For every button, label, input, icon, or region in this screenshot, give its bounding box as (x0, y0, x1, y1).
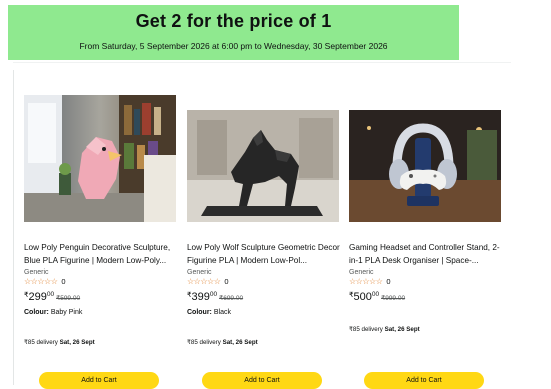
delivery-info: ₹85 delivery Sat, 26 Sept (187, 339, 339, 346)
price-fraction: 00 (209, 291, 218, 298)
promo-title: Get 2 for the price of 1 (135, 11, 332, 31)
divider (13, 70, 14, 385)
price-whole: 399 (191, 291, 210, 303)
product-card: Low Poly Wolf Sculpture Geometric Decor … (187, 95, 341, 346)
delivery-date: Sat, 26 Sept (59, 339, 95, 346)
delivery-info: ₹85 delivery Sat, 26 Sept (349, 326, 501, 333)
product-brand: Generic (187, 269, 212, 276)
star-icon: ☆☆☆☆☆ (24, 277, 58, 286)
product-title[interactable]: Low Poly Penguin Decorative Sculpture, B… (24, 241, 178, 267)
product-price: ₹50000₹999.00 (349, 291, 501, 303)
product-price: ₹29900₹599.00 (24, 291, 176, 303)
delivery-fee: ₹85 delivery (349, 326, 383, 333)
delivery-fee: ₹85 delivery (187, 339, 221, 346)
colour-label: Colour: (187, 309, 212, 316)
promo-banner: Get 2 for the price of 1 From Saturday, … (8, 5, 459, 60)
product-image[interactable] (24, 95, 176, 222)
product-title[interactable]: Gaming Headset and Controller Stand, 2-i… (349, 241, 503, 267)
product-card: Gaming Headset and Controller Stand, 2-i… (349, 95, 501, 333)
rating-stars[interactable]: ☆☆☆☆☆ 0 (187, 277, 339, 286)
product-price: ₹39900₹699.00 (187, 291, 339, 303)
rating-stars[interactable]: ☆☆☆☆☆ 0 (24, 277, 176, 286)
product-colour: Colour: Black (187, 309, 339, 316)
promo-dates: From Saturday, 5 September 2026 at 6:00 … (79, 41, 388, 51)
colour-label: Colour: (24, 309, 49, 316)
list-price: ₹999.00 (381, 295, 406, 302)
colour-value: Baby Pink (50, 309, 83, 316)
product-title[interactable]: Low Poly Wolf Sculpture Geometric Decor … (187, 241, 341, 267)
rating-count[interactable]: 0 (386, 277, 390, 286)
delivery-date: Sat, 26 Sept (222, 339, 258, 346)
rating-count[interactable]: 0 (61, 277, 65, 286)
product-image[interactable] (187, 110, 339, 222)
add-to-cart-button[interactable]: Add to Cart (364, 372, 484, 389)
price-fraction: 00 (371, 291, 380, 298)
star-icon: ☆☆☆☆☆ (349, 277, 383, 286)
product-colour: Colour: Baby Pink (24, 309, 176, 316)
list-price: ₹599.00 (56, 295, 81, 302)
colour-value: Black (213, 309, 231, 316)
list-price: ₹699.00 (219, 295, 244, 302)
product-brand: Generic (24, 269, 49, 276)
product-image[interactable] (349, 110, 501, 222)
add-to-cart-button[interactable]: Add to Cart (39, 372, 159, 389)
product-brand: Generic (349, 269, 374, 276)
delivery-info: ₹85 delivery Sat, 26 Sept (24, 339, 176, 346)
divider (13, 62, 511, 63)
add-to-cart-button[interactable]: Add to Cart (202, 372, 322, 389)
price-fraction: 00 (46, 291, 55, 298)
price-whole: 299 (28, 291, 47, 303)
delivery-date: Sat, 26 Sept (384, 326, 420, 333)
rating-stars[interactable]: ☆☆☆☆☆ 0 (349, 277, 501, 286)
rating-count[interactable]: 0 (224, 277, 228, 286)
product-card: Low Poly Penguin Decorative Sculpture, B… (24, 95, 176, 346)
price-whole: 500 (353, 291, 372, 303)
star-icon: ☆☆☆☆☆ (187, 277, 221, 286)
delivery-fee: ₹85 delivery (24, 339, 58, 346)
